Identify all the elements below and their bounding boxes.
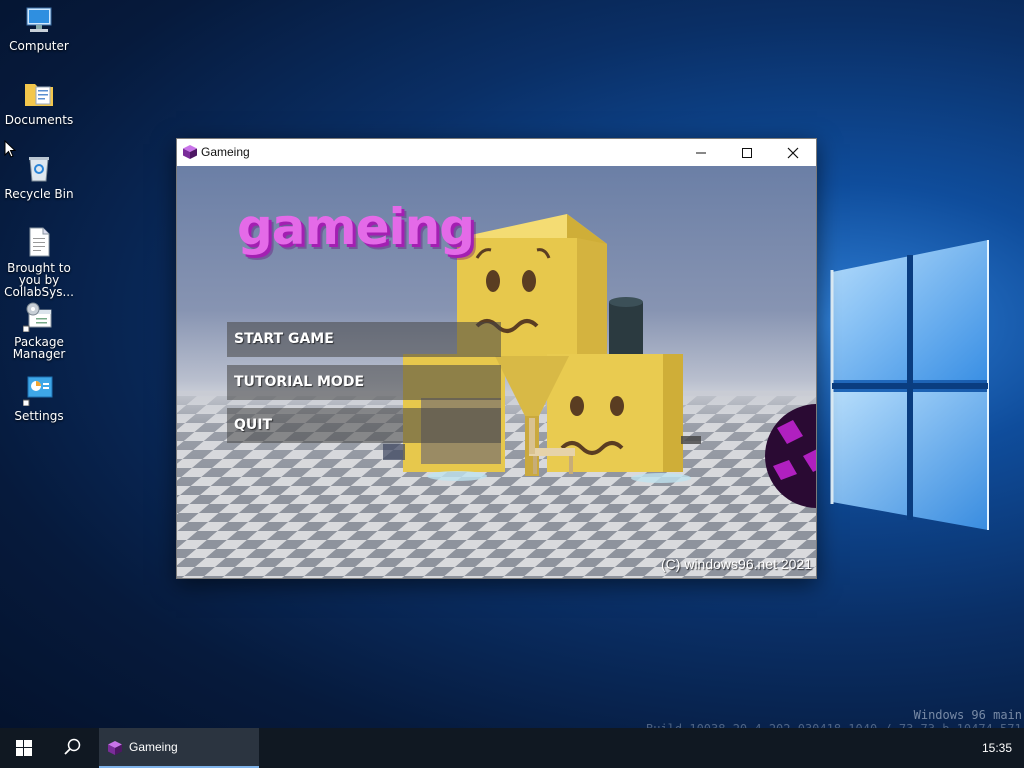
- game-viewport[interactable]: gameing START GAME TUTORIAL MODE QUIT (C…: [177, 166, 816, 578]
- desktop-icon-package-manager[interactable]: Package Manager: [0, 300, 78, 360]
- tutorial-mode-button[interactable]: TUTORIAL MODE: [227, 365, 501, 400]
- windows-logo-wallpaper: [810, 240, 1010, 540]
- build-watermark: Windows 96 main: [913, 708, 1022, 722]
- desktop-icon-computer[interactable]: Computer: [0, 4, 78, 52]
- maximize-button[interactable]: [724, 139, 770, 166]
- window-titlebar[interactable]: Gameing: [177, 139, 816, 166]
- taskbar: Gameing 15:35: [0, 728, 1024, 768]
- windows-start-icon: [16, 740, 32, 756]
- desktop-icon-label: Computer: [9, 39, 69, 53]
- window-title: Gameing: [201, 145, 250, 159]
- start-button[interactable]: [0, 728, 48, 768]
- taskbar-clock[interactable]: 15:35: [982, 741, 1012, 755]
- mouse-cursor-icon: [4, 139, 17, 162]
- desktop-icon-label: Package Manager: [12, 335, 66, 361]
- taskbar-item-label: Gameing: [129, 740, 178, 754]
- quit-button[interactable]: QUIT: [227, 408, 501, 443]
- documents-folder-icon: [23, 78, 55, 110]
- start-game-button[interactable]: START GAME: [227, 322, 501, 357]
- game-title: gameing: [237, 198, 475, 256]
- desktop-icon-label: Recycle Bin: [4, 187, 74, 201]
- desktop-icon-label: Brought to you by CollabSys...: [4, 261, 74, 299]
- minimize-button[interactable]: [678, 139, 724, 166]
- close-icon: [787, 147, 799, 159]
- maximize-icon: [742, 148, 752, 158]
- game-cube-icon: [108, 740, 122, 759]
- desktop-icon-collabsys[interactable]: Brought to you by CollabSys...: [0, 226, 78, 298]
- settings-icon: [22, 374, 55, 407]
- game-cube-icon: [183, 144, 197, 163]
- search-button[interactable]: [48, 728, 96, 768]
- package-manager-icon: [22, 300, 55, 333]
- desktop-icon-documents[interactable]: Documents: [0, 78, 78, 126]
- minimize-icon: [696, 152, 706, 154]
- game-window: Gameing gameing START GAME TUTORIAL MODE…: [176, 138, 817, 579]
- recycle-bin-icon: [23, 152, 55, 184]
- desktop-icon-label: Documents: [4, 113, 74, 127]
- text-document-icon: [23, 226, 55, 258]
- taskbar-item-gameing[interactable]: Gameing: [99, 728, 259, 768]
- close-button[interactable]: [770, 139, 816, 166]
- desktop-icon-label: Settings: [14, 409, 64, 423]
- computer-icon: [23, 4, 55, 36]
- desktop-icon-settings[interactable]: Settings: [0, 374, 78, 422]
- copyright-text: (C) windows96.net 2021: [661, 556, 812, 572]
- search-icon: [64, 738, 81, 755]
